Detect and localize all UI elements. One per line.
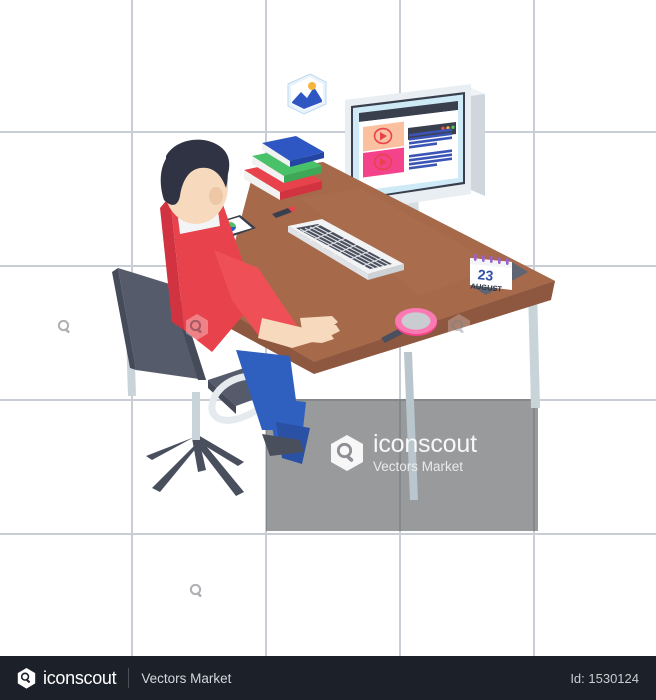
watermark-badge	[184, 314, 210, 340]
workstation-illustration: 23 AUGUST	[0, 0, 656, 656]
asset-id-label: Id: 1530124	[570, 670, 639, 686]
chair-base	[146, 435, 244, 496]
screenshot-root: 23 AUGUST iconscout Vectors Market icons…	[0, 0, 656, 700]
person-ear	[209, 187, 223, 205]
monitor-screen-content	[359, 101, 458, 191]
photo-icon	[287, 73, 327, 115]
watermark-badge	[446, 314, 472, 340]
watermark-badge	[52, 314, 78, 340]
footer-divider	[128, 668, 130, 688]
footer-brand[interactable]: iconscout	[17, 667, 117, 689]
watermark-badge	[184, 578, 210, 604]
footer-vendor[interactable]: Vectors Market	[141, 671, 231, 686]
iconscout-hexagon-search-icon	[17, 668, 36, 689]
footer-bar: iconscout Vectors Market Id: 1530124	[0, 656, 656, 700]
desk-leg	[404, 352, 418, 500]
calendar-day: 23	[477, 266, 494, 284]
footer-brand-name: iconscout	[43, 667, 117, 688]
illustration-artboard: 23 AUGUST iconscout Vectors Market	[0, 0, 656, 656]
chair-cylinder	[192, 392, 200, 440]
person-hand	[298, 316, 340, 343]
